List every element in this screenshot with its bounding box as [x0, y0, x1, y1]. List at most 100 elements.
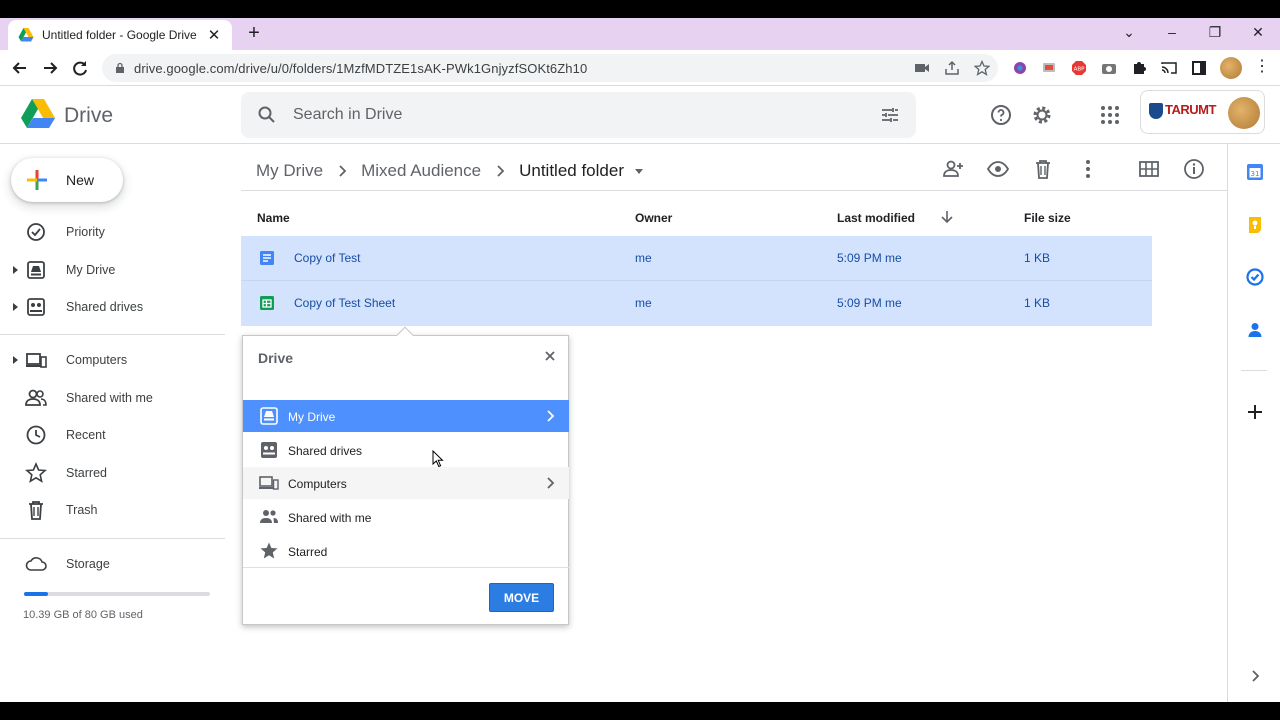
move-dest-computers[interactable]: Computers: [243, 467, 569, 499]
profile-avatar[interactable]: [1220, 57, 1242, 79]
search-options-icon[interactable]: [880, 105, 900, 125]
drive-logo-icon[interactable]: [20, 98, 56, 130]
bookmark-star-icon[interactable]: [974, 60, 990, 76]
sidebar-item-shared-with-me[interactable]: Shared with me: [0, 382, 225, 414]
search-icon[interactable]: [257, 105, 277, 125]
more-actions-icon[interactable]: [1077, 158, 1099, 180]
app-name[interactable]: Drive: [64, 104, 113, 128]
settings-gear-icon[interactable]: [1031, 104, 1053, 126]
sidebar-item-my-drive[interactable]: My Drive: [0, 254, 225, 286]
adblock-icon[interactable]: ABP: [1071, 60, 1087, 76]
back-icon[interactable]: [10, 58, 30, 78]
folder-dropdown-icon[interactable]: [634, 166, 644, 176]
expand-panel-chevron-icon[interactable]: [1245, 666, 1265, 686]
chevron-right-icon[interactable]: [543, 409, 557, 423]
screenshot-camera-icon[interactable]: [1101, 60, 1117, 76]
table-row[interactable]: Copy of Test Sheet me 5:09 PM me 1 KB: [241, 281, 1152, 326]
breadcrumb-my-drive[interactable]: My Drive: [256, 161, 323, 181]
breadcrumb-current-folder[interactable]: Untitled folder: [519, 161, 624, 181]
sidebar-item-recent[interactable]: Recent: [0, 419, 225, 451]
expand-arrow-icon[interactable]: [10, 302, 20, 312]
tasks-icon[interactable]: [1245, 267, 1265, 287]
column-header-file-size[interactable]: File size: [1024, 211, 1071, 225]
sort-arrow-down-icon[interactable]: [940, 210, 954, 224]
extension-screen-icon[interactable]: [1041, 60, 1057, 76]
address-bar[interactable]: drive.google.com/drive/u/0/folders/1MzfM…: [102, 54, 998, 82]
contacts-icon[interactable]: [1245, 320, 1265, 340]
grid-view-icon[interactable]: [1138, 158, 1160, 180]
move-button[interactable]: MOVE: [489, 583, 554, 612]
sidebar-item-shared-drives[interactable]: Shared drives: [0, 291, 225, 323]
browser-tab[interactable]: Untitled folder - Google Drive ✕: [8, 20, 232, 50]
move-dialog: Drive My Drive Shared drives Computers S…: [242, 326, 569, 625]
browser-menu-icon[interactable]: ⋮: [1254, 56, 1270, 75]
breadcrumb: My Drive Mixed Audience Untitled folder: [256, 158, 644, 184]
column-header-name[interactable]: Name: [257, 211, 290, 225]
lock-icon[interactable]: [114, 62, 126, 74]
trash-icon: [29, 501, 43, 520]
search-input[interactable]: [293, 104, 853, 126]
close-window-icon[interactable]: ✕: [1248, 24, 1268, 41]
browser-window: Untitled folder - Google Drive ✕ + ⌄ – ❐…: [0, 18, 1280, 702]
tab-close-icon[interactable]: ✕: [206, 26, 222, 44]
sidebar-item-storage[interactable]: Storage: [0, 548, 225, 580]
cloud-icon: [25, 557, 47, 571]
move-dest-starred[interactable]: Starred: [243, 535, 569, 567]
help-icon[interactable]: [990, 104, 1012, 126]
reload-icon[interactable]: [70, 58, 90, 78]
url-text: drive.google.com/drive/u/0/folders/1MzfM…: [134, 60, 588, 76]
column-header-owner[interactable]: Owner: [635, 211, 672, 225]
search-bar[interactable]: [241, 92, 916, 138]
column-header-last-modified[interactable]: Last modified: [837, 211, 915, 225]
tab-strip: Untitled folder - Google Drive ✕ + ⌄ – ❐…: [0, 18, 1280, 50]
sidebar-item-trash[interactable]: Trash: [0, 494, 225, 526]
new-plus-icon: [27, 170, 47, 190]
cast-icon[interactable]: [1161, 60, 1177, 76]
move-dest-shared-with-me[interactable]: Shared with me: [243, 501, 569, 533]
close-icon[interactable]: [544, 350, 556, 362]
file-modified: 5:09 PM me: [837, 251, 902, 265]
share-add-person-icon[interactable]: [942, 158, 964, 180]
keep-icon[interactable]: [1245, 215, 1265, 235]
extensions-puzzle-icon[interactable]: [1131, 60, 1147, 76]
computers-icon: [26, 353, 47, 368]
shared-drives-icon: [261, 442, 277, 458]
star-icon: [260, 542, 278, 559]
forward-icon[interactable]: [40, 58, 60, 78]
file-owner: me: [635, 251, 652, 265]
remove-trash-icon[interactable]: [1032, 158, 1054, 180]
sidebar-item-priority[interactable]: Priority: [0, 216, 225, 248]
new-tab-button[interactable]: +: [243, 23, 265, 45]
restore-icon[interactable]: ❐: [1205, 24, 1225, 41]
my-drive-icon: [27, 261, 45, 279]
tab-search-chevron-icon[interactable]: ⌄: [1119, 24, 1139, 41]
expand-arrow-icon[interactable]: [10, 355, 20, 365]
sidebar-item-computers[interactable]: Computers: [0, 344, 225, 376]
content-divider: [241, 190, 1228, 191]
sidebar-item-starred[interactable]: Starred: [0, 457, 225, 489]
svg-text:31: 31: [1251, 170, 1260, 178]
expand-arrow-icon[interactable]: [10, 265, 20, 275]
minimize-icon[interactable]: –: [1162, 24, 1182, 40]
apps-grid-icon[interactable]: [1099, 104, 1121, 126]
mouse-cursor-icon: [432, 450, 444, 468]
move-dest-shared-drives[interactable]: Shared drives: [243, 434, 569, 466]
share-icon[interactable]: [944, 60, 960, 76]
side-panel-icon[interactable]: [1191, 60, 1207, 76]
chevron-right-icon[interactable]: [543, 476, 557, 490]
preview-eye-icon[interactable]: [987, 158, 1009, 180]
move-dest-my-drive[interactable]: My Drive: [243, 400, 569, 432]
account-avatar[interactable]: [1228, 97, 1260, 129]
calendar-icon[interactable]: 31: [1245, 162, 1265, 182]
breadcrumb-mixed-audience[interactable]: Mixed Audience: [361, 161, 481, 181]
info-icon[interactable]: [1183, 158, 1205, 180]
account-switcher[interactable]: TARUMT: [1140, 90, 1265, 134]
file-name: Copy of Test: [294, 251, 361, 265]
extension-flower-icon[interactable]: [1012, 60, 1028, 76]
add-addon-plus-icon[interactable]: [1245, 402, 1265, 422]
new-button-label: New: [66, 172, 95, 188]
table-row[interactable]: Copy of Test me 5:09 PM me 1 KB: [241, 236, 1152, 281]
new-button[interactable]: New: [11, 158, 123, 202]
camera-icon[interactable]: [914, 60, 930, 76]
dialog-divider: [243, 567, 569, 568]
